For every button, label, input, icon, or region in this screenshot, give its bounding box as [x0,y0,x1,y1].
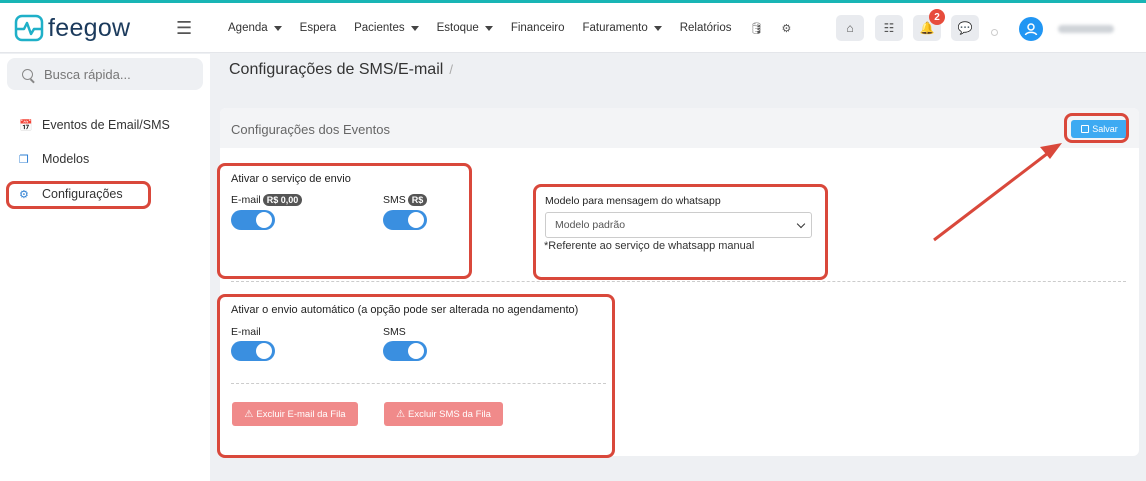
nav-financeiro[interactable]: Financeiro [511,22,565,34]
username-redacted [1058,25,1114,33]
clear-email-queue-button[interactable]: ⚠ Excluir E-mail da Fila [232,402,358,426]
database-icon[interactable]: 🛢 [750,22,764,35]
checklist-icon: ☷ [883,21,895,35]
whatsapp-template-label: Modelo para mensagem do whatsapp [545,195,721,207]
sidebar-item-label: Eventos de Email/SMS [42,118,170,132]
auto-sms-label: SMS [383,326,406,338]
main-nav: Agenda Espera Pacientes Estoque Financei… [228,3,809,53]
floppy-icon [1081,125,1090,133]
sidebar: Busca rápida... 📅 Eventos de Email/SMS ❐… [0,54,210,481]
chat-icon: 💬 [957,21,973,35]
nav-agenda[interactable]: Agenda [228,22,282,34]
auto-send-heading: Ativar o envio automático (a opção pode … [231,304,579,316]
sidebar-item-label: Modelos [42,152,90,166]
panel-title: Configurações dos Eventos [231,122,390,137]
breadcrumb-separator: / [449,62,453,77]
menu-toggle-icon[interactable]: ☰ [176,18,192,39]
quick-search-input[interactable]: Busca rápida... [7,58,203,90]
auto-email-label: E-mail [231,326,261,338]
inbox-button[interactable]: ⌂ [836,15,864,41]
sidebar-item-modelos[interactable]: ❐ Modelos [19,152,89,166]
service-heading: Ativar o serviço de envio [231,173,351,185]
brand-name: feegow [48,13,131,42]
service-sms-toggle[interactable] [383,210,427,230]
panel-header: Configurações dos Eventos Salvar [220,108,1139,148]
caret-down-icon [484,25,493,31]
user-avatar[interactable] [1019,17,1043,41]
service-sms-label: SMS R$ [383,194,428,206]
service-email-toggle[interactable] [231,210,275,230]
service-email-label: E-mail R$ 0,00 [231,194,303,206]
sidebar-item-configuracoes[interactable]: ⚙ Configurações [19,187,123,201]
email-price-badge: R$ 0,00 [262,194,303,206]
top-bar: feegow ☰ Agenda Espera Pacientes Estoque… [0,3,1146,53]
nav-faturamento[interactable]: Faturamento [583,22,662,34]
gear-icon[interactable]: ⚙ [781,22,791,35]
chat-button[interactable]: 💬 [951,15,979,41]
nav-espera[interactable]: Espera [300,22,336,34]
chevron-down-icon [796,219,806,229]
logo[interactable]: feegow [14,11,130,45]
copy-icon: ❐ [19,153,29,166]
heartbeat-logo-icon [14,14,44,42]
auto-divider [231,383,606,384]
search-icon [22,68,33,80]
warning-icon: ⚠ [396,408,406,420]
nav-pacientes[interactable]: Pacientes [354,22,419,34]
status-dot [991,29,998,36]
sidebar-item-eventos[interactable]: 📅 Eventos de Email/SMS [19,118,170,132]
inbox-icon: ⌂ [846,21,854,35]
auto-sms-toggle[interactable] [383,341,427,361]
caret-down-icon [410,25,419,31]
gears-icon: ⚙ [19,188,29,201]
notification-badge: 2 [929,9,945,25]
whatsapp-note: *Referente ao serviço de whatsapp manual [544,240,755,252]
caret-down-icon [653,25,662,31]
whatsapp-template-select[interactable]: Modelo padrão [545,212,812,238]
caret-down-icon [273,25,282,31]
calendar-icon: 📅 [19,119,33,132]
section-divider [231,281,1126,282]
clear-sms-queue-button[interactable]: ⚠ Excluir SMS da Fila [384,402,503,426]
nav-estoque[interactable]: Estoque [437,22,493,34]
save-button[interactable]: Salvar [1071,120,1128,138]
warning-icon: ⚠ [244,408,254,420]
user-icon [1024,23,1038,36]
sms-price-badge: R$ [407,194,428,206]
auto-email-toggle[interactable] [231,341,275,361]
nav-relatorios[interactable]: Relatórios [680,22,732,34]
search-placeholder: Busca rápida... [44,66,131,82]
notifications-button[interactable]: 🔔 2 [913,9,945,41]
page-title: Configurações de SMS/E-mail / [229,61,453,78]
sidebar-item-label: Configurações [42,187,123,201]
tasks-button[interactable]: ☷ [875,15,903,41]
